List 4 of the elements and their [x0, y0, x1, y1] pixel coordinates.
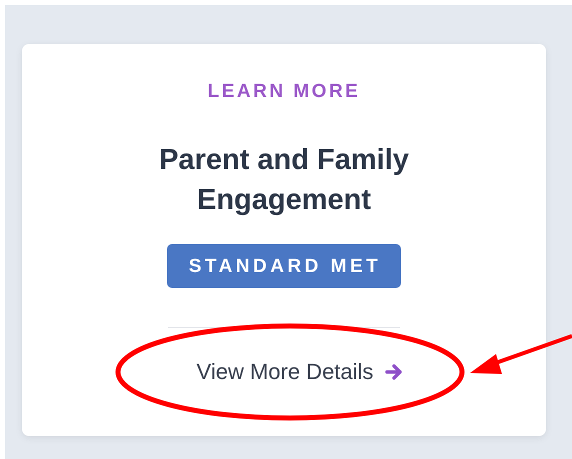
card-title: Parent and Family Engagement [158, 143, 410, 218]
section-label: LEARN MORE [208, 80, 360, 104]
details-link[interactable]: View More Details [196, 358, 406, 386]
status-badge: STANDARD MET [166, 244, 402, 288]
